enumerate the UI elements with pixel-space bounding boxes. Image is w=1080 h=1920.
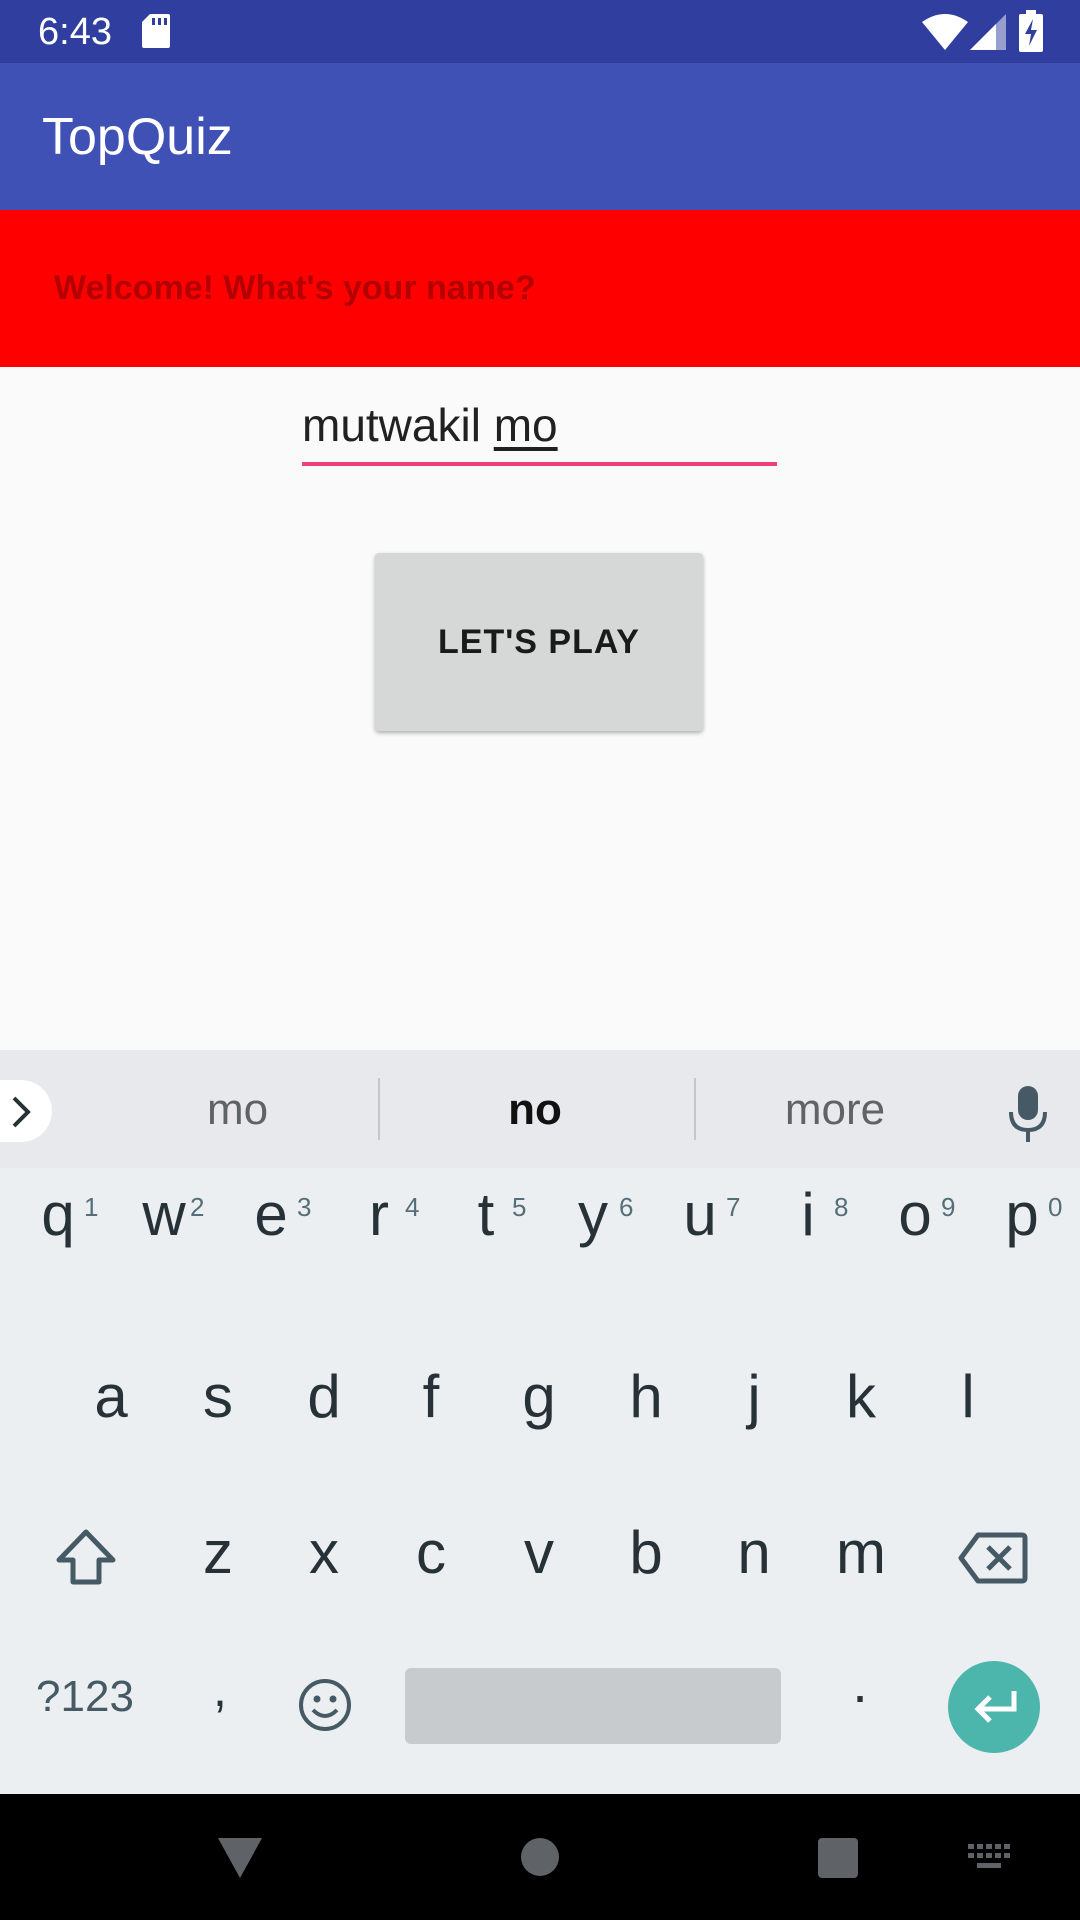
key-d[interactable]: d xyxy=(288,1362,360,1431)
key-b[interactable]: b xyxy=(610,1518,682,1587)
key-z[interactable]: z xyxy=(182,1518,254,1587)
suggestion-1[interactable]: mo xyxy=(130,1080,345,1140)
recents-icon[interactable] xyxy=(818,1838,858,1878)
suggestion-3[interactable]: more xyxy=(725,1080,945,1140)
welcome-text: Welcome! What's your name? xyxy=(54,269,536,307)
name-input-committed-text: mutwakil xyxy=(302,399,494,451)
key-hint-5: 5 xyxy=(512,1192,527,1222)
chevron-right-icon xyxy=(12,1096,31,1128)
space-key[interactable] xyxy=(405,1668,781,1744)
enter-key[interactable] xyxy=(948,1661,1040,1753)
key-g[interactable]: g xyxy=(503,1362,575,1431)
key-l[interactable]: l xyxy=(932,1362,1004,1431)
shift-icon[interactable] xyxy=(55,1528,117,1586)
welcome-banner: Welcome! What's your name? xyxy=(0,210,1080,367)
name-input[interactable]: mutwakil mo xyxy=(302,392,777,466)
period-key[interactable]: . xyxy=(835,1650,885,1715)
home-icon[interactable] xyxy=(521,1838,559,1876)
key-c[interactable]: c xyxy=(395,1518,467,1587)
key-a[interactable]: a xyxy=(75,1362,147,1431)
keyboard-expand-button[interactable] xyxy=(0,1080,52,1142)
key-n[interactable]: n xyxy=(718,1518,790,1587)
app-title: TopQuiz xyxy=(42,108,233,166)
emoji-icon[interactable] xyxy=(298,1678,352,1732)
navigation-bar xyxy=(0,1794,1080,1920)
key-s[interactable]: s xyxy=(182,1362,254,1431)
key-hint-7: 7 xyxy=(726,1192,741,1222)
comma-key[interactable]: , xyxy=(195,1660,245,1718)
key-hint-2: 2 xyxy=(190,1192,205,1222)
key-m[interactable]: m xyxy=(825,1518,897,1587)
key-x[interactable]: x xyxy=(288,1518,360,1587)
status-bar: 6:43 xyxy=(0,0,1080,63)
lets-play-button[interactable]: LET'S PLAY xyxy=(375,553,703,731)
key-hint-4: 4 xyxy=(405,1192,420,1222)
name-input-composing-text: mo xyxy=(493,399,558,451)
key-hint-8: 8 xyxy=(834,1192,849,1222)
key-v[interactable]: v xyxy=(503,1518,575,1587)
key-j[interactable]: j xyxy=(718,1362,790,1431)
suggestion-divider xyxy=(378,1078,380,1140)
wifi-icon xyxy=(922,14,968,50)
key-hint-9: 9 xyxy=(941,1192,956,1222)
signal-icon xyxy=(970,14,1006,50)
key-h[interactable]: h xyxy=(610,1362,682,1431)
keyboard-switch-icon[interactable] xyxy=(968,1844,1012,1872)
backspace-icon[interactable] xyxy=(958,1532,1028,1584)
enter-icon xyxy=(974,1691,1017,1723)
mic-icon[interactable] xyxy=(1008,1086,1048,1142)
key-hint-3: 3 xyxy=(297,1192,312,1222)
status-time: 6:43 xyxy=(38,11,112,53)
battery-charging-icon xyxy=(1019,10,1043,52)
app-bar: TopQuiz xyxy=(0,63,1080,210)
key-k[interactable]: k xyxy=(825,1362,897,1431)
key-hint-0: 0 xyxy=(1048,1192,1063,1222)
sd-card-icon xyxy=(142,14,170,48)
suggestion-bar: mo no more xyxy=(0,1050,1080,1168)
symbols-key[interactable]: ?123 xyxy=(25,1672,145,1722)
suggestion-2[interactable]: no xyxy=(430,1080,640,1140)
key-hint-6: 6 xyxy=(619,1192,634,1222)
key-f[interactable]: f xyxy=(395,1362,467,1431)
suggestion-divider xyxy=(694,1078,696,1140)
back-icon[interactable] xyxy=(218,1838,262,1878)
key-hint-1: 1 xyxy=(84,1192,99,1222)
